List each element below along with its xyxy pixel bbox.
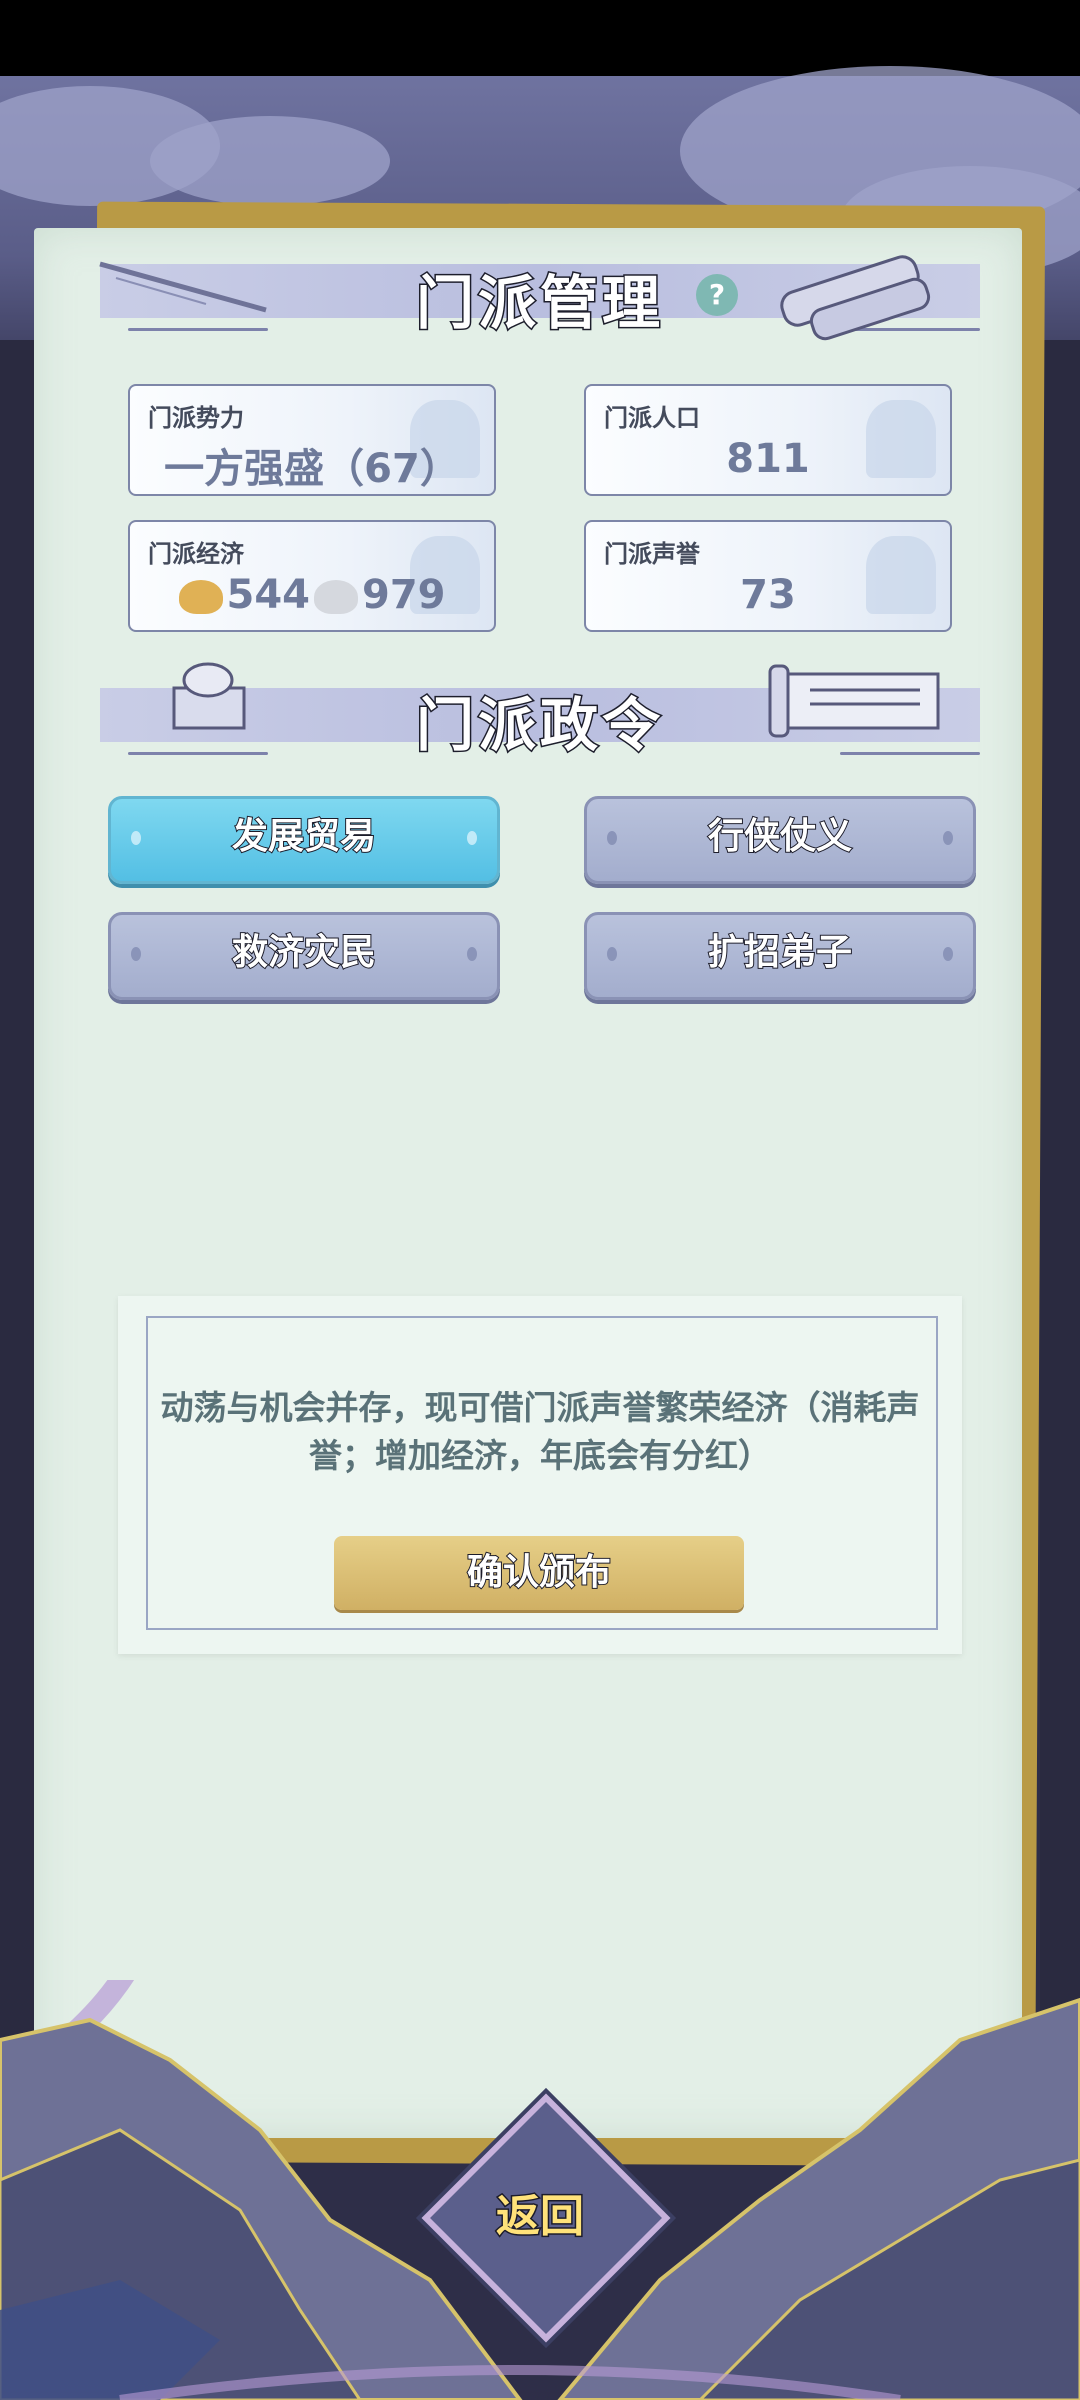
management-panel [34,228,1022,2138]
page-title: 门派管理 [414,268,664,339]
button-label: 发展贸易 [231,815,377,858]
stat-label: 门派人口 [604,404,700,432]
decree-description: 动荡与机会并存，现可借门派声誉繁荣经济（消耗声誉；增加经济，年底会有分红） [160,1388,920,1475]
stat-population: 门派人口 811 [584,384,952,496]
button-ornament [131,831,141,845]
gold-ingot-icon [178,580,223,614]
stat-label: 门派声誉 [604,540,700,568]
button-label: 扩招弟子 [707,931,853,974]
button-ornament [467,947,477,961]
status-bar [0,0,1080,76]
stat-value: 544 979 [130,572,494,618]
decree-title: 门派政令 [414,690,664,761]
button-label: 行侠仗义 [707,815,853,858]
silver-amount: 979 [362,572,446,618]
return-label[interactable]: 返回 [458,2180,622,2244]
button-ornament [607,831,617,845]
button-ornament [467,831,477,845]
decree-description-card: 动荡与机会并存，现可借门派声誉繁荣经济（消耗声誉；增加经济，年底会有分红） 确认… [118,1296,962,1654]
button-label: 救济灾民 [231,931,377,974]
stat-economy: 门派经济 544 979 [128,520,496,632]
stat-value: 一方强盛（67） [164,446,460,492]
help-icon[interactable]: ? [696,274,738,316]
decree-chivalry-button[interactable]: 行侠仗义 [584,796,976,884]
stat-label: 门派经济 [148,540,244,568]
stat-value: 73 [740,572,796,618]
button-ornament [607,947,617,961]
gold-amount: 544 [226,572,311,618]
button-ornament [943,947,953,961]
decree-develop-trade-button[interactable]: 发展贸易 [108,796,500,884]
stat-label: 门派势力 [148,404,244,432]
decree-relief-button[interactable]: 救济灾民 [108,912,500,1000]
right-edge [1040,340,1080,2140]
decree-recruit-button[interactable]: 扩招弟子 [584,912,976,1000]
stat-value: 811 [726,436,810,482]
confirm-button[interactable]: 确认颁布 [334,1536,744,1610]
stat-reputation: 门派声誉 73 [584,520,952,632]
stat-power: 门派势力 一方强盛（67） [128,384,496,496]
button-ornament [131,947,141,961]
button-ornament [943,831,953,845]
cloud-decoration [150,116,390,206]
silver-ingot-icon [314,580,358,614]
